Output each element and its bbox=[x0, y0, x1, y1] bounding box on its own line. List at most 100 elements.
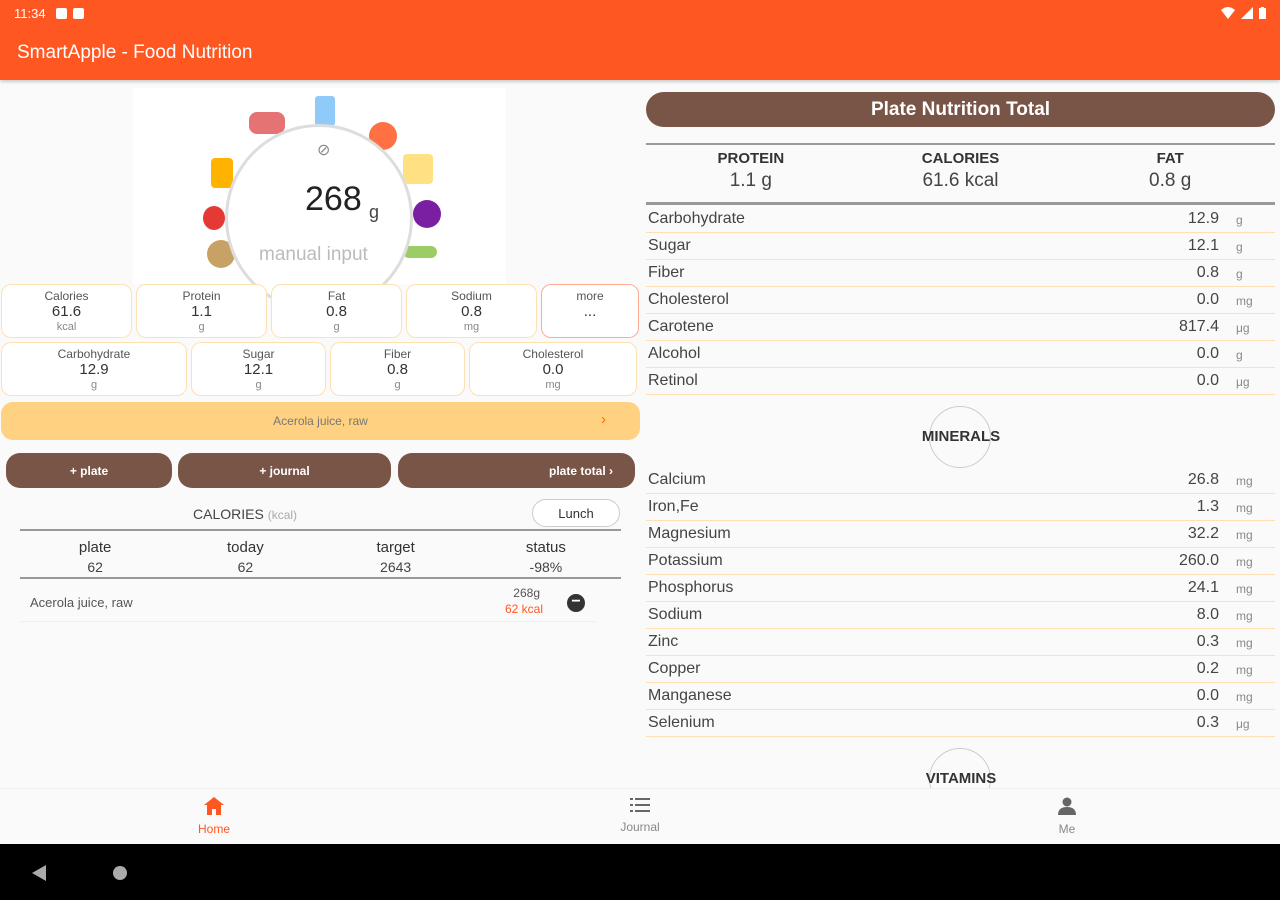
nutrient-fiber[interactable]: Fiber 0.8 g bbox=[330, 342, 465, 396]
nutrient-unit: mg bbox=[1236, 636, 1253, 650]
manual-input-label[interactable]: manual input bbox=[259, 244, 368, 266]
calories-plate-col: plate 62 bbox=[78, 539, 112, 575]
nutrient-value: 0.3 bbox=[1196, 633, 1219, 650]
nutrient-row-potassium: Potassium 260.0 mg bbox=[646, 548, 1275, 575]
nutrient-label: Manganese bbox=[648, 687, 732, 704]
sd-card-icon bbox=[72, 7, 84, 19]
nutrient-value: 8.0 bbox=[1196, 606, 1219, 623]
signal-icon bbox=[1241, 7, 1253, 19]
nutrient-row-carotene: Carotene 817.4 μg bbox=[646, 314, 1275, 341]
macro-calories: CALORIES 61.6 kcal bbox=[921, 150, 1000, 192]
nutrient-value: 260.0 bbox=[1178, 552, 1219, 569]
nutrient-label: Carotene bbox=[648, 318, 714, 335]
nutrient-label: Magnesium bbox=[648, 525, 731, 542]
nutrient-unit: mg bbox=[1236, 609, 1253, 623]
nutrient-label: Fiber bbox=[648, 264, 685, 281]
plate-area[interactable]: ⊘ 268 g manual input bbox=[133, 88, 506, 312]
nutrient-value: 24.1 bbox=[1187, 579, 1219, 596]
more-nutrients-button[interactable]: more ... bbox=[541, 284, 639, 338]
left-panel: ⊘ 268 g manual input Calories 61.6 kcal … bbox=[0, 80, 642, 788]
nutrient-row-iron-fe: Iron,Fe 1.3 mg bbox=[646, 494, 1275, 521]
selected-food-name: Acerola juice, raw bbox=[273, 414, 368, 428]
nutrient-row-cholesterol: Cholesterol 0.0 mg bbox=[646, 287, 1275, 314]
nutrient-row-selenium: Selenium 0.3 μg bbox=[646, 710, 1275, 737]
macro-summary: PROTEIN 1.1 g CALORIES 61.6 kcal FAT 0.8… bbox=[646, 143, 1275, 205]
person-icon bbox=[1058, 797, 1076, 815]
nutrient-label: Potassium bbox=[648, 552, 723, 569]
nutrient-unit: mg bbox=[1236, 582, 1253, 596]
nutrient-cholesterol[interactable]: Cholesterol 0.0 mg bbox=[469, 342, 637, 396]
nutrient-sugar[interactable]: Sugar 12.1 g bbox=[191, 342, 326, 396]
nutrient-unit: mg bbox=[1236, 528, 1253, 542]
system-navigation-bar bbox=[0, 844, 1280, 900]
meal-selector[interactable]: Lunch bbox=[532, 499, 620, 527]
app-bar: SmartApple - Food Nutrition bbox=[0, 26, 1280, 80]
nutrient-row-sugar: Sugar 12.1 g bbox=[646, 233, 1275, 260]
juice-food-icon bbox=[211, 158, 233, 188]
macro-protein: PROTEIN 1.1 g bbox=[717, 150, 785, 192]
back-icon[interactable] bbox=[32, 865, 46, 881]
calories-status-col: status -98% bbox=[525, 539, 566, 575]
nutrient-label: Sodium bbox=[648, 606, 703, 623]
vitamins-title: VITAMINS bbox=[925, 770, 997, 787]
nutrient-value: 1.3 bbox=[1196, 498, 1219, 515]
nutrient-label: Cholesterol bbox=[648, 291, 729, 308]
home-circle-icon[interactable] bbox=[113, 866, 127, 880]
home-icon bbox=[204, 797, 224, 815]
nutrient-unit: mg bbox=[1236, 663, 1253, 677]
selected-food-bar[interactable]: Acerola juice, raw › bbox=[1, 402, 640, 440]
nutrient-label: Retinol bbox=[648, 372, 698, 389]
nutrient-fat[interactable]: Fat 0.8 g bbox=[271, 284, 402, 338]
nutrient-value: 0.0 bbox=[1196, 345, 1219, 362]
nutrient-unit: g bbox=[1236, 240, 1243, 254]
plate-total-button[interactable]: plate total › bbox=[398, 453, 635, 488]
nutrient-row-manganese: Manganese 0.0 mg bbox=[646, 683, 1275, 710]
nutrient-unit: μg bbox=[1236, 717, 1250, 731]
nutrient-value: 32.2 bbox=[1187, 525, 1219, 542]
nav-journal[interactable]: Journal bbox=[580, 797, 700, 834]
add-to-plate-button[interactable]: + plate bbox=[6, 453, 172, 488]
nav-me[interactable]: Me bbox=[1007, 797, 1127, 836]
plate-entry-row[interactable]: Acerola juice, raw 268g 62 kcal − bbox=[20, 584, 595, 622]
minerals-title: MINERALS bbox=[921, 428, 1001, 445]
nutrient-row-phosphorus: Phosphorus 24.1 mg bbox=[646, 575, 1275, 602]
strawberry-food-icon bbox=[203, 206, 225, 230]
nutrient-row-2: Carbohydrate 12.9 g Sugar 12.1 g Fiber 0… bbox=[1, 342, 637, 396]
calories-title: CALORIES (kcal) bbox=[193, 506, 298, 522]
plate-weight[interactable]: 268 bbox=[305, 180, 362, 219]
plate-total-panel: Plate Nutrition Total PROTEIN 1.1 g CALO… bbox=[642, 80, 1280, 788]
nutrient-value: 0.8 bbox=[1196, 264, 1219, 281]
nutrient-unit: mg bbox=[1236, 690, 1253, 704]
nutrient-label: Copper bbox=[648, 660, 701, 677]
entry-kcal: 62 kcal bbox=[504, 602, 543, 616]
link-off-icon[interactable]: ⊘ bbox=[317, 140, 330, 160]
status-bar: 11:34 bbox=[0, 0, 1280, 26]
nutrient-row-carbohydrate: Carbohydrate 12.9 g bbox=[646, 206, 1275, 233]
remove-circle-icon[interactable]: − bbox=[567, 594, 585, 612]
nutrient-value: 0.3 bbox=[1196, 714, 1219, 731]
nutrient-row-alcohol: Alcohol 0.0 g bbox=[646, 341, 1275, 368]
notification-icon bbox=[55, 7, 67, 19]
list-icon bbox=[630, 798, 650, 812]
nutrient-calories[interactable]: Calories 61.6 kcal bbox=[1, 284, 132, 338]
nutrient-sodium[interactable]: Sodium 0.8 mg bbox=[406, 284, 537, 338]
nutrient-unit: μg bbox=[1236, 321, 1250, 335]
bottom-navigation: Home Journal Me bbox=[0, 788, 1280, 844]
entry-weight: 268g bbox=[513, 586, 540, 600]
status-time: 11:34 bbox=[14, 5, 46, 21]
plate-total-title: Plate Nutrition Total bbox=[646, 92, 1275, 127]
nutrient-unit: g bbox=[1236, 213, 1243, 227]
nutrient-carbohydrate[interactable]: Carbohydrate 12.9 g bbox=[1, 342, 187, 396]
nav-home[interactable]: Home bbox=[154, 797, 274, 836]
ham-food-icon bbox=[249, 112, 285, 134]
calories-target-col: target 2643 bbox=[376, 539, 415, 575]
nutrient-protein[interactable]: Protein 1.1 g bbox=[136, 284, 267, 338]
nutrient-value: 0.0 bbox=[1196, 291, 1219, 308]
milk-food-icon bbox=[315, 96, 335, 126]
plate-weight-unit: g bbox=[369, 202, 380, 222]
nutrient-label: Selenium bbox=[648, 714, 715, 731]
nutrient-unit: mg bbox=[1236, 474, 1253, 488]
nutrient-unit: mg bbox=[1236, 294, 1253, 308]
add-to-journal-button[interactable]: + journal bbox=[178, 453, 391, 488]
app-title: SmartApple - Food Nutrition bbox=[17, 42, 253, 63]
